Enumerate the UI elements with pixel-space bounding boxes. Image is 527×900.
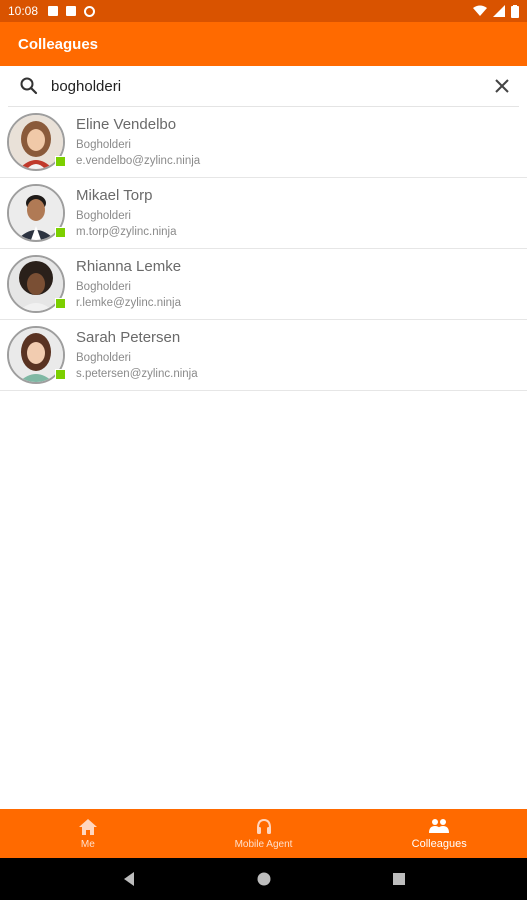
nav-item-me[interactable]: Me bbox=[0, 809, 176, 858]
system-nav-bar bbox=[0, 858, 527, 900]
nav-label-me: Me bbox=[80, 838, 95, 850]
colleague-info: Rhianna Lemke Bogholderi r.lemke@zylinc.… bbox=[76, 258, 181, 311]
presence-indicator bbox=[55, 227, 66, 238]
app-bar: Colleagues bbox=[0, 22, 527, 66]
colleague-row[interactable]: Mikael Torp Bogholderi m.torp@zylinc.nin… bbox=[0, 178, 527, 249]
page-title: Colleagues bbox=[18, 35, 99, 53]
search-input[interactable] bbox=[51, 77, 493, 95]
presence-indicator bbox=[55, 156, 66, 167]
home-button-icon[interactable] bbox=[256, 871, 272, 887]
bottom-nav: Me Mobile Agent Colleagues bbox=[0, 809, 527, 858]
avatar-container bbox=[7, 184, 66, 242]
nav-label-mobile-agent: Mobile Agent bbox=[234, 838, 293, 850]
search-icon bbox=[20, 77, 38, 95]
people-icon bbox=[429, 819, 450, 833]
colleague-name: Mikael Torp bbox=[76, 186, 153, 204]
nav-item-mobile-agent[interactable]: Mobile Agent bbox=[176, 809, 352, 858]
nav-label-colleagues: Colleagues bbox=[411, 838, 467, 850]
avatar-container bbox=[7, 255, 66, 313]
colleague-email: e.vendelbo@zylinc.ninja bbox=[76, 154, 201, 167]
colleague-email: s.petersen@zylinc.ninja bbox=[76, 367, 198, 380]
colleague-department: Bogholderi bbox=[76, 138, 131, 151]
colleague-row[interactable]: Sarah Petersen Bogholderi s.petersen@zyl… bbox=[0, 320, 527, 391]
nav-item-colleagues[interactable]: Colleagues bbox=[351, 809, 527, 858]
avatar-container bbox=[7, 113, 66, 171]
colleague-name: Sarah Petersen bbox=[76, 328, 181, 346]
home-icon bbox=[78, 818, 97, 835]
headset-icon bbox=[256, 818, 271, 834]
colleague-info: Sarah Petersen Bogholderi s.petersen@zyl… bbox=[76, 329, 198, 382]
back-icon[interactable] bbox=[122, 871, 136, 887]
colleague-row[interactable]: Eline Vendelbo Bogholderi e.vendelbo@zyl… bbox=[0, 107, 527, 178]
search-bar bbox=[8, 66, 519, 107]
recents-icon[interactable] bbox=[392, 872, 406, 886]
colleague-department: Bogholderi bbox=[76, 209, 131, 222]
battery-icon bbox=[511, 4, 519, 18]
wifi-icon bbox=[473, 5, 487, 16]
colleague-department: Bogholderi bbox=[76, 280, 131, 293]
colleague-department: Bogholderi bbox=[76, 351, 131, 364]
colleague-name: Eline Vendelbo bbox=[76, 115, 177, 133]
sd-card-icon bbox=[66, 6, 77, 16]
colleague-email: r.lemke@zylinc.ninja bbox=[76, 296, 181, 309]
colleague-info: Mikael Torp Bogholderi m.torp@zylinc.nin… bbox=[76, 187, 177, 240]
colleague-list: Eline Vendelbo Bogholderi e.vendelbo@zyl… bbox=[0, 107, 527, 391]
avatar-container bbox=[7, 326, 66, 384]
presence-indicator bbox=[55, 298, 66, 309]
notification-icon bbox=[48, 6, 59, 16]
colleague-row[interactable]: Rhianna Lemke Bogholderi r.lemke@zylinc.… bbox=[0, 249, 527, 320]
do-not-disturb-icon bbox=[84, 5, 96, 17]
presence-indicator bbox=[55, 369, 66, 380]
colleague-name: Rhianna Lemke bbox=[76, 257, 182, 275]
clear-search-icon[interactable] bbox=[493, 77, 511, 95]
status-bar: 10:08 bbox=[0, 0, 527, 22]
colleague-info: Eline Vendelbo Bogholderi e.vendelbo@zyl… bbox=[76, 116, 200, 169]
colleague-email: m.torp@zylinc.ninja bbox=[76, 225, 177, 238]
signal-icon bbox=[493, 5, 505, 17]
status-time: 10:08 bbox=[8, 4, 39, 18]
